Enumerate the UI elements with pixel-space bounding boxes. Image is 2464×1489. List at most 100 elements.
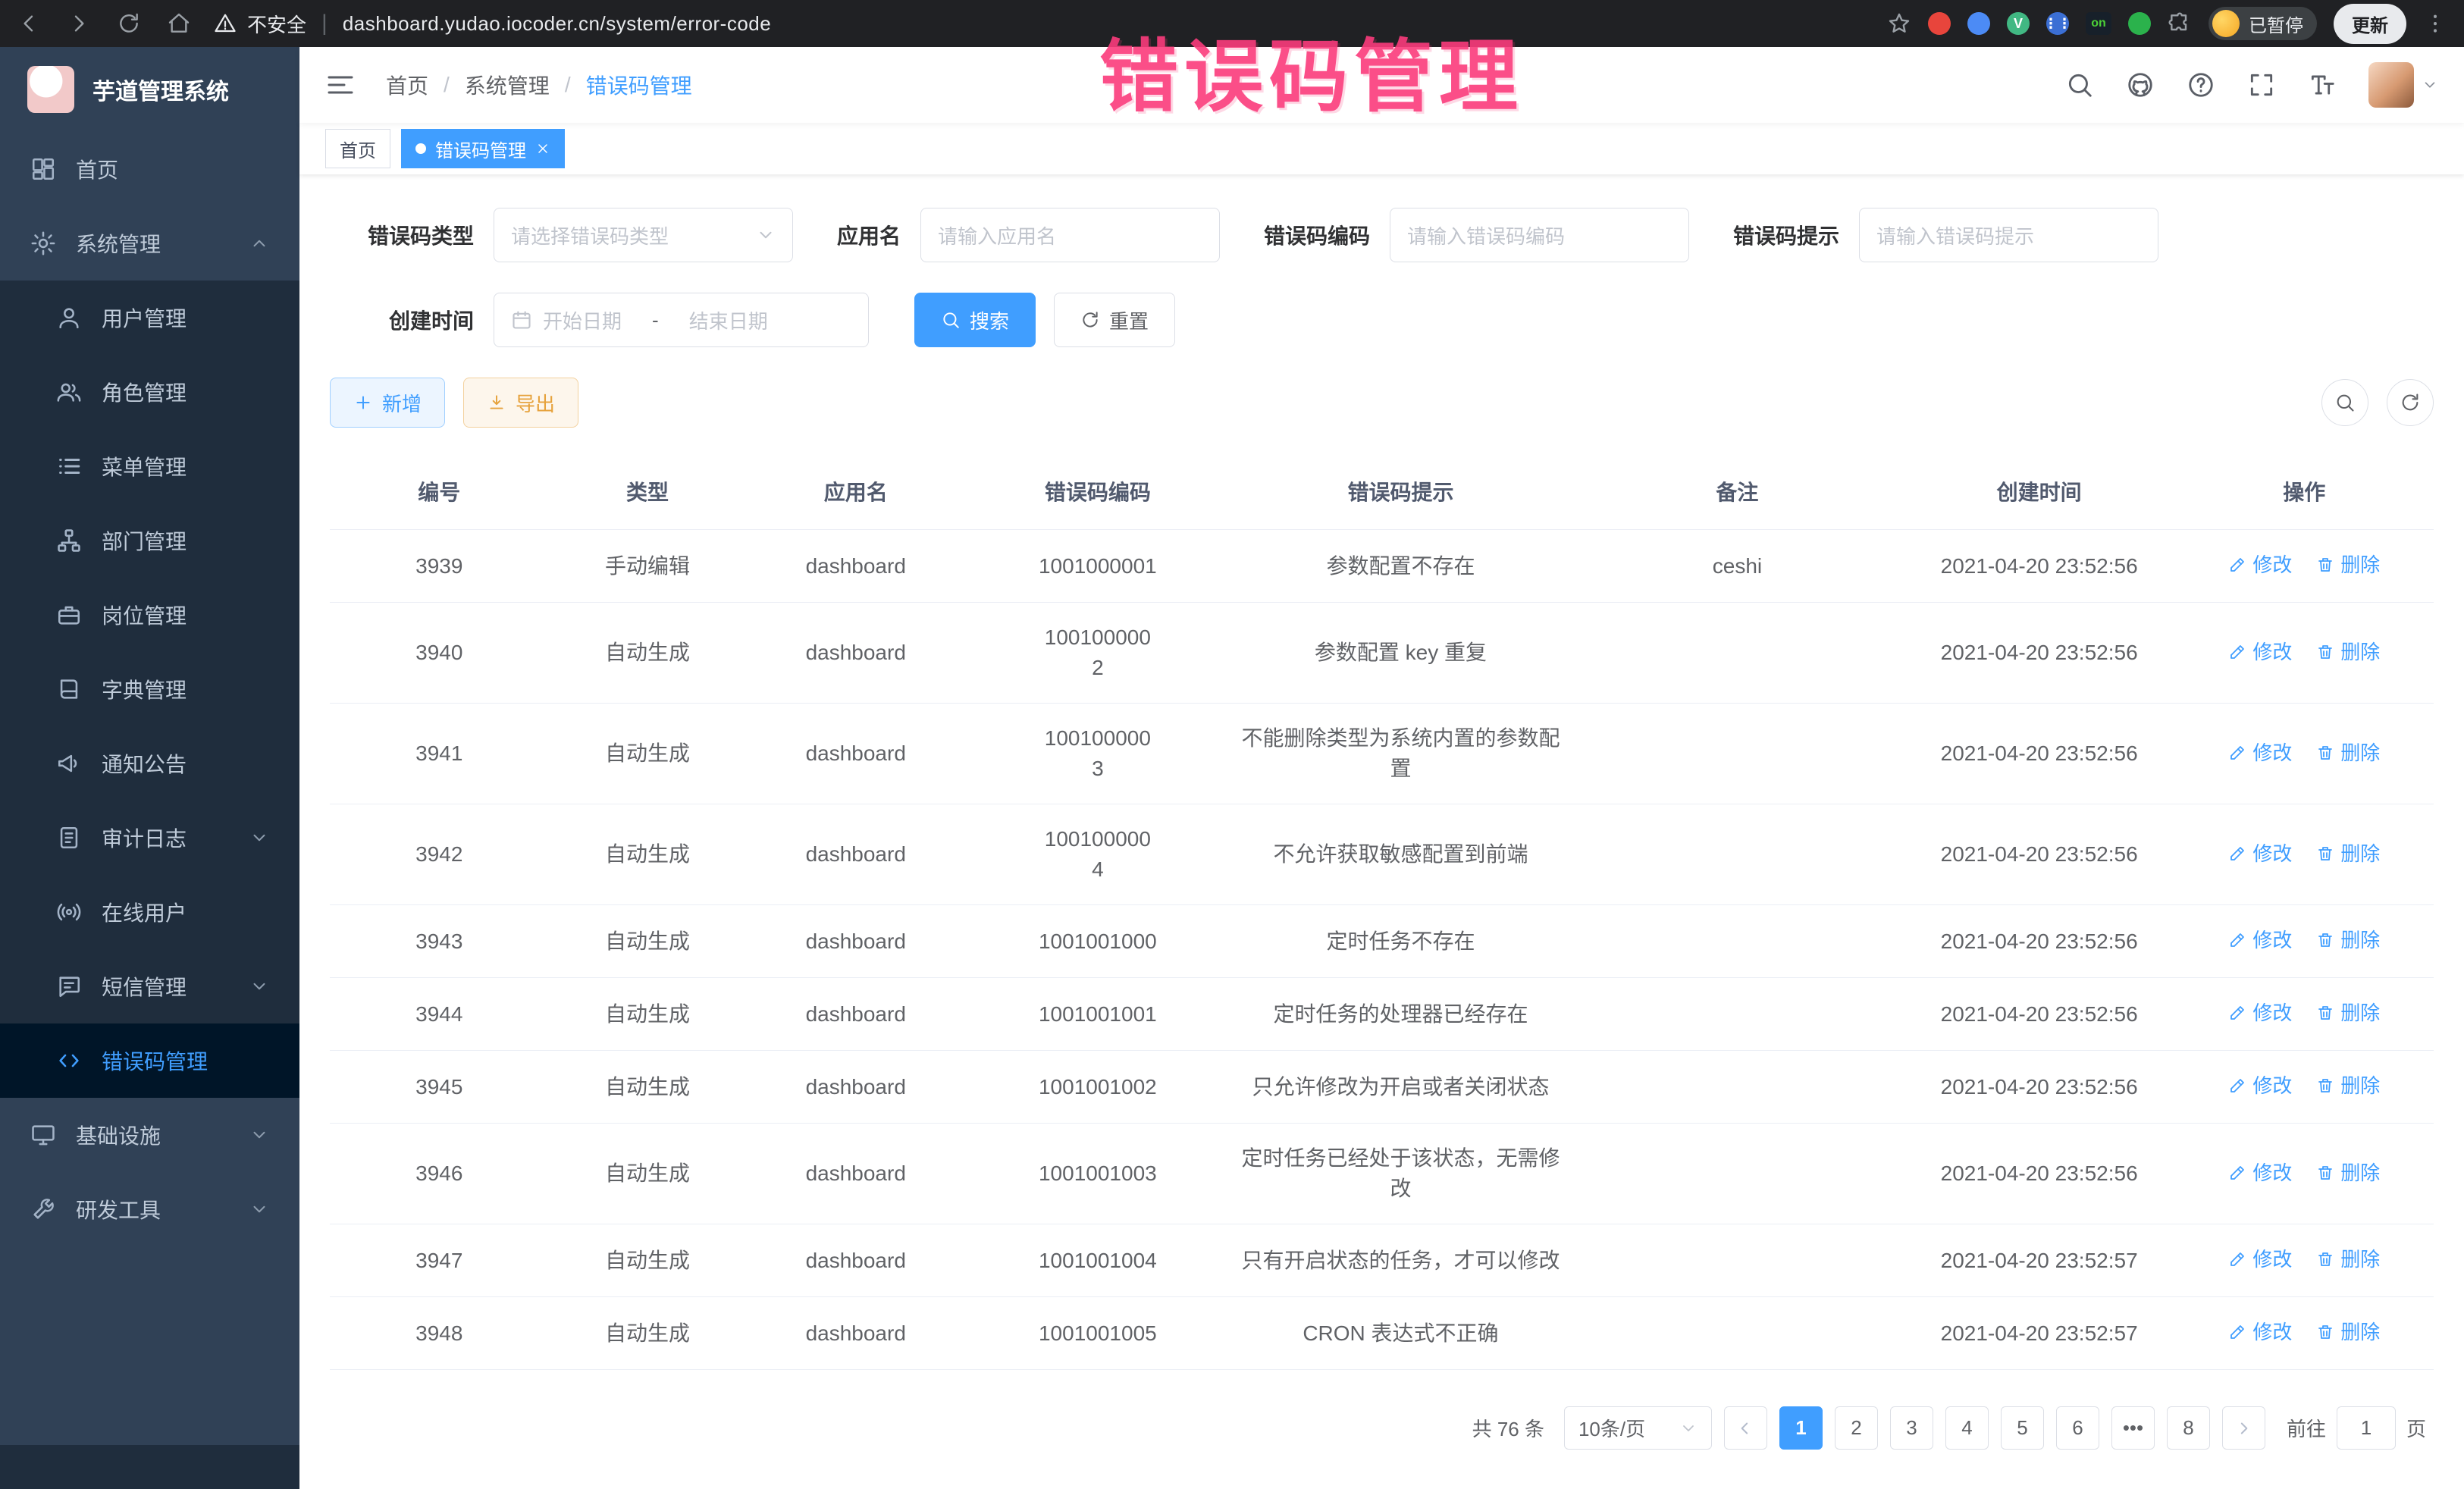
table-row: 3944 自动生成 dashboard 1001001001 定时任务的处理器已…	[330, 978, 2434, 1051]
extension-icon[interactable]	[1928, 12, 1951, 35]
sidebar-item-menus[interactable]: 菜单管理	[0, 429, 299, 503]
edit-button[interactable]: 修改	[2228, 1158, 2292, 1188]
search-button[interactable]: 搜索	[914, 293, 1036, 347]
sidebar-item-users[interactable]: 用户管理	[0, 281, 299, 355]
breadcrumb-system[interactable]: 系统管理	[465, 70, 550, 100]
sidebar-item-posts[interactable]: 岗位管理	[0, 578, 299, 652]
delete-button[interactable]: 删除	[2316, 998, 2380, 1028]
tag-label: 错误码管理	[435, 136, 526, 162]
error-code-input[interactable]: 请输入错误码编码	[1390, 208, 1689, 262]
extensions-puzzle-icon[interactable]	[2168, 11, 2192, 36]
reset-button[interactable]: 重置	[1054, 293, 1175, 347]
browser-profile-chip[interactable]: 已暂停	[2209, 7, 2317, 40]
github-icon[interactable]	[2126, 71, 2155, 99]
tag-error-code[interactable]: 错误码管理	[401, 129, 565, 168]
delete-button[interactable]: 删除	[2316, 1158, 2380, 1188]
sidebar-item-notice[interactable]: 通知公告	[0, 726, 299, 801]
error-type-select[interactable]: 请选择错误码类型	[494, 208, 793, 262]
pagination-page-8[interactable]: 8	[2167, 1406, 2210, 1450]
add-button[interactable]: 新增	[330, 378, 445, 428]
reset-button-label: 重置	[1109, 306, 1149, 334]
date-range-picker[interactable]: 开始日期 - 结束日期	[494, 293, 869, 347]
edit-button[interactable]: 修改	[2228, 738, 2292, 768]
not-secure-warning-icon[interactable]	[214, 12, 237, 35]
edit-button[interactable]: 修改	[2228, 1317, 2292, 1347]
pagination-next-button[interactable]	[2222, 1406, 2265, 1450]
cell-app: dashboard	[746, 704, 965, 804]
pagination-page-1[interactable]: 1	[1779, 1406, 1823, 1450]
app-name-input[interactable]: 请输入应用名	[920, 208, 1220, 262]
delete-button[interactable]: 删除	[2316, 925, 2380, 955]
pagination-page-3[interactable]: 3	[1890, 1406, 1933, 1450]
edit-button[interactable]: 修改	[2228, 998, 2292, 1028]
sidebar-collapse-bar[interactable]	[0, 1445, 299, 1489]
browser-update-button[interactable]: 更新	[2334, 4, 2406, 44]
sidebar-item-error-code[interactable]: 错误码管理	[0, 1023, 299, 1098]
browser-reload-icon[interactable]	[117, 11, 141, 36]
delete-button[interactable]: 删除	[2316, 550, 2380, 580]
cell-id: 3941	[330, 704, 549, 804]
edit-button[interactable]: 修改	[2228, 550, 2292, 580]
delete-button[interactable]: 删除	[2316, 839, 2380, 869]
pagination-page-2[interactable]: 2	[1835, 1406, 1878, 1450]
browser-home-icon[interactable]	[167, 11, 191, 36]
sidebar-item-infra[interactable]: 基础设施	[0, 1098, 299, 1172]
pagination-page-4[interactable]: 4	[1945, 1406, 1989, 1450]
sidebar-item-dict[interactable]: 字典管理	[0, 652, 299, 726]
extension-icon[interactable]	[1967, 12, 1990, 35]
toggle-search-button[interactable]	[2321, 379, 2368, 426]
sidebar-item-devtools[interactable]: 研发工具	[0, 1172, 299, 1246]
app-logo[interactable]: 芋道管理系统	[0, 47, 299, 132]
vue-devtools-extension-icon[interactable]: V	[2007, 12, 2030, 35]
tag-home[interactable]: 首页	[325, 129, 390, 168]
search-icon[interactable]	[2065, 71, 2094, 99]
delete-button[interactable]: 删除	[2316, 1244, 2380, 1274]
extension-icon[interactable]: on	[2086, 12, 2111, 35]
extension-icon[interactable]: ⋮⋮	[2046, 12, 2069, 35]
cell-id: 3945	[330, 1051, 549, 1124]
help-icon[interactable]	[2187, 71, 2215, 99]
edit-button[interactable]: 修改	[2228, 637, 2292, 667]
pagination-prev-button[interactable]	[1724, 1406, 1767, 1450]
extension-icon[interactable]	[2128, 12, 2151, 35]
edit-button[interactable]: 修改	[2228, 839, 2292, 869]
user-menu[interactable]	[2368, 62, 2438, 108]
sidebar-item-sms[interactable]: 短信管理	[0, 949, 299, 1023]
error-hint-input[interactable]: 请输入错误码提示	[1859, 208, 2158, 262]
pagination-more[interactable]: •••	[2111, 1406, 2155, 1450]
delete-button[interactable]: 删除	[2316, 1071, 2380, 1101]
breadcrumb-home[interactable]: 首页	[386, 70, 428, 100]
trash-icon	[2316, 1250, 2334, 1268]
sidebar-item-roles[interactable]: 角色管理	[0, 355, 299, 429]
sidebar-item-online-users[interactable]: 在线用户	[0, 875, 299, 949]
pagination-page-6[interactable]: 6	[2056, 1406, 2099, 1450]
goto-page-input[interactable]	[2337, 1406, 2396, 1450]
edit-button[interactable]: 修改	[2228, 1244, 2292, 1274]
export-button[interactable]: 导出	[463, 378, 578, 428]
browser-forward-icon[interactable]	[67, 11, 91, 36]
table-row: 3940 自动生成 dashboard 1001000002 参数配置 key …	[330, 603, 2434, 704]
hamburger-icon[interactable]	[325, 70, 356, 100]
sidebar-item-audit-log[interactable]: 审计日志	[0, 801, 299, 875]
page-size-select[interactable]: 10条/页	[1564, 1406, 1712, 1450]
security-label[interactable]: 不安全	[247, 10, 306, 38]
font-size-icon[interactable]	[2308, 71, 2337, 99]
pagination-page-5[interactable]: 5	[2001, 1406, 2044, 1450]
fullscreen-icon[interactable]	[2247, 71, 2276, 99]
edit-button[interactable]: 修改	[2228, 925, 2292, 955]
sidebar-item-home[interactable]: 首页	[0, 132, 299, 206]
close-icon[interactable]	[535, 141, 550, 156]
browser-menu-icon[interactable]	[2423, 11, 2447, 36]
delete-button[interactable]: 删除	[2316, 738, 2380, 768]
bookmark-star-icon[interactable]	[1887, 11, 1911, 36]
sidebar-item-depts[interactable]: 部门管理	[0, 503, 299, 578]
delete-button[interactable]: 删除	[2316, 637, 2380, 667]
refresh-table-button[interactable]	[2387, 379, 2434, 426]
browser-back-icon[interactable]	[17, 11, 41, 36]
cell-time: 2021-04-20 23:52:56	[1904, 905, 2175, 978]
delete-button[interactable]: 删除	[2316, 1317, 2380, 1347]
edit-button[interactable]: 修改	[2228, 1071, 2292, 1101]
cell-message: 定时任务不存在	[1230, 905, 1572, 978]
address-url[interactable]: dashboard.yudao.iocoder.cn/system/error-…	[343, 12, 771, 36]
sidebar-item-system[interactable]: 系统管理	[0, 206, 299, 281]
